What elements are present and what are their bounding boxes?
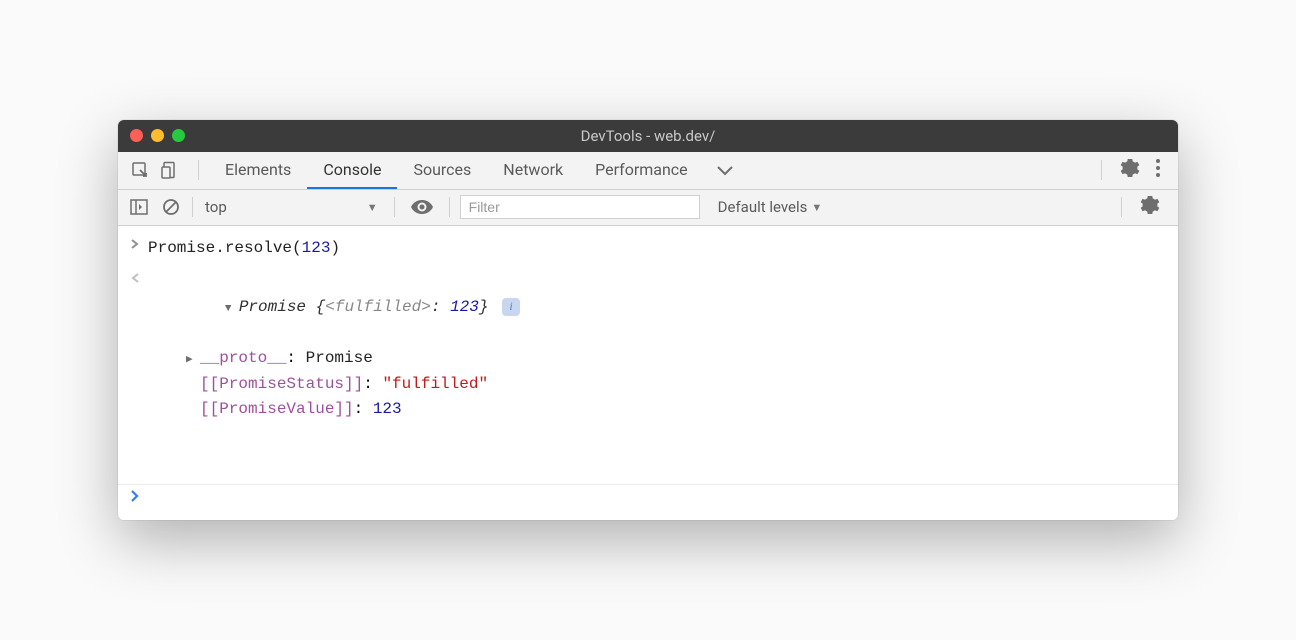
object-property-row[interactable]: [[PromiseStatus]]: "fulfilled" (148, 372, 1166, 398)
log-levels-label: Default levels (718, 198, 808, 216)
tab-sources[interactable]: Sources (397, 152, 487, 189)
tab-elements[interactable]: Elements (209, 152, 307, 189)
maximize-button[interactable] (172, 129, 185, 142)
dropdown-caret-icon: ▼ (367, 201, 378, 214)
toolbar-separator (192, 197, 193, 217)
tab-network[interactable]: Network (487, 152, 579, 189)
log-levels-selector[interactable]: Default levels ▼ (718, 198, 823, 216)
dropdown-caret-icon: ▼ (811, 201, 822, 214)
property-value: 123 (373, 400, 402, 418)
inspect-element-icon[interactable] (128, 158, 152, 182)
devtools-window: DevTools - web.dev/ ElementsConsoleSourc… (118, 120, 1178, 520)
titlebar: DevTools - web.dev/ (118, 120, 1178, 152)
clear-console-icon[interactable] (160, 196, 182, 218)
filter-input[interactable] (460, 195, 700, 219)
property-key: [[PromiseStatus]] (200, 375, 363, 393)
info-badge-icon[interactable]: i (502, 298, 520, 316)
object-class: Promise (239, 298, 306, 316)
live-expression-icon[interactable] (411, 196, 433, 218)
console-settings-icon[interactable] (1132, 195, 1168, 219)
tab-console[interactable]: Console (307, 152, 397, 189)
settings-icon[interactable] (1112, 158, 1148, 182)
context-selector[interactable]: top ▼ (199, 190, 390, 225)
traffic-lights (130, 129, 185, 142)
close-button[interactable] (130, 129, 143, 142)
promise-state: <fulfilled> (325, 298, 431, 316)
minimize-button[interactable] (151, 129, 164, 142)
window-title: DevTools - web.dev/ (581, 127, 716, 145)
toggle-sidebar-icon[interactable] (128, 196, 150, 218)
promise-value: 123 (450, 298, 479, 316)
console-input-row: Promise.resolve(123) (118, 232, 1178, 266)
collapse-arrow-icon[interactable]: ▼ (225, 301, 239, 319)
object-property-row[interactable]: ▶__proto__: Promise (148, 346, 1166, 372)
output-content: ▼Promise {<fulfilled>: 123} i ▶__proto__… (148, 270, 1166, 475)
tab-performance[interactable]: Performance (579, 152, 704, 189)
context-label: top (205, 198, 227, 216)
more-tabs-button[interactable] (704, 160, 746, 181)
console-output-row: ▼Promise {<fulfilled>: 123} i ▶__proto__… (118, 266, 1178, 479)
toolbar-separator (449, 197, 450, 217)
more-options-icon[interactable] (1148, 159, 1168, 181)
input-code: Promise.resolve(123) (148, 236, 1166, 262)
console-toolbar: top ▼ Default levels ▼ (118, 190, 1178, 226)
toolbar-separator (198, 160, 199, 180)
console-body: Promise.resolve(123) ▼Promise {<fulfille… (118, 226, 1178, 520)
input-marker-icon (130, 236, 148, 257)
property-key: [[PromiseValue]] (200, 400, 354, 418)
property-value: "fulfilled" (382, 375, 488, 393)
device-toolbar-icon[interactable] (158, 158, 182, 182)
tab-bar: ElementsConsoleSourcesNetworkPerformance (209, 152, 704, 189)
property-key: __proto__ (200, 349, 286, 367)
object-property-row[interactable]: [[PromiseValue]]: 123 (148, 397, 1166, 423)
property-value: Promise (306, 349, 373, 367)
toolbar-separator (1121, 197, 1122, 217)
toolbar-separator (394, 197, 395, 217)
toolbar-separator (1101, 160, 1102, 180)
expand-arrow-icon[interactable]: ▶ (186, 352, 200, 370)
main-toolbar: ElementsConsoleSourcesNetworkPerformance (118, 152, 1178, 190)
prompt-marker-icon (130, 489, 148, 510)
console-prompt-row[interactable] (118, 485, 1178, 514)
output-marker-icon (130, 270, 148, 291)
